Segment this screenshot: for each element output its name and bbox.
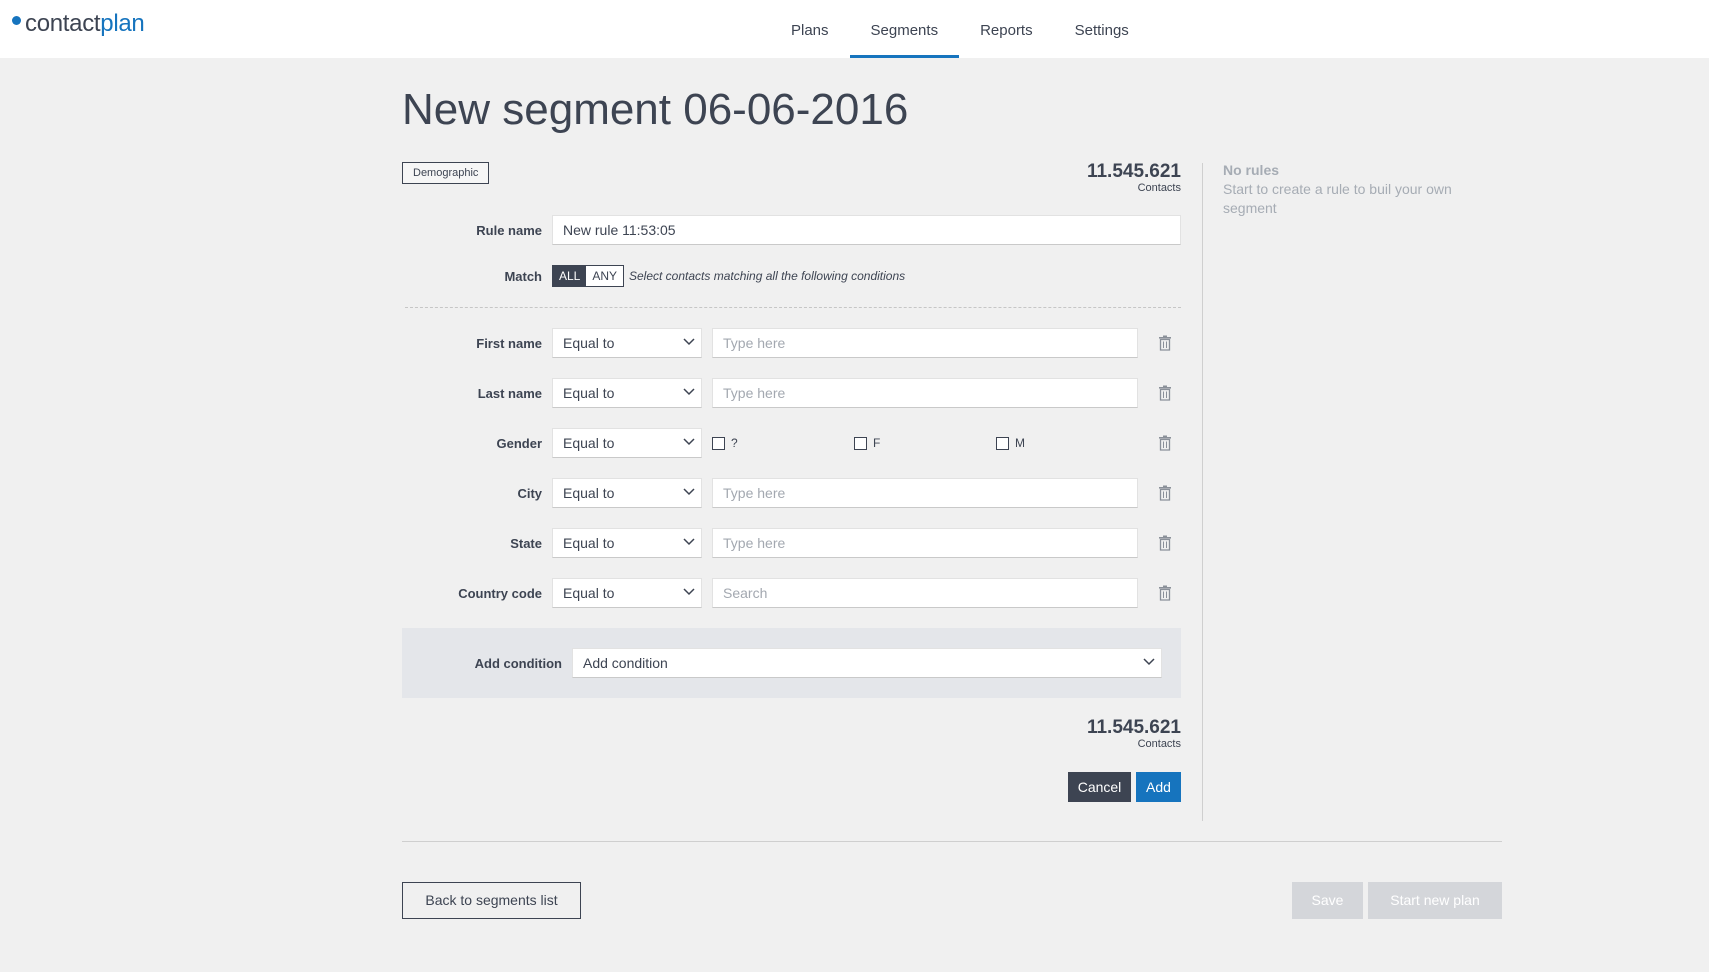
trash-icon[interactable] [1158, 385, 1172, 401]
contacts-count-value: 11.545.621 [1086, 161, 1181, 182]
chevron-down-icon [683, 488, 695, 496]
operator-value: Equal to [563, 335, 615, 351]
add-condition-select[interactable]: Add condition [572, 648, 1162, 678]
operator-select-last-name[interactable]: Equal to [552, 378, 702, 408]
chevron-down-icon [1143, 658, 1155, 666]
checkbox-label: M [1015, 436, 1025, 450]
rule-name-label: Rule name [476, 223, 542, 238]
trash-icon[interactable] [1158, 485, 1172, 501]
trash-icon[interactable] [1158, 535, 1172, 551]
gender-checkbox-unknown[interactable]: ? [712, 436, 738, 450]
condition-label-state: State [510, 536, 542, 551]
add-condition-label: Add condition [474, 656, 562, 671]
chevron-down-icon [683, 588, 695, 596]
operator-value: Equal to [563, 385, 615, 401]
contacts-count-top: 11.545.621 Contacts [1086, 161, 1181, 195]
match-description: Select contacts matching all the followi… [629, 269, 906, 283]
match-label: Match [504, 269, 542, 284]
chevron-down-icon [683, 438, 695, 446]
trash-icon[interactable] [1158, 335, 1172, 351]
contacts-count-label: Contacts [1137, 182, 1181, 194]
chevron-down-icon [683, 338, 695, 346]
value-input-city[interactable]: Type here [712, 478, 1138, 508]
gender-checkbox-f[interactable]: F [854, 436, 880, 450]
save-button[interactable]: Save [1292, 882, 1363, 919]
operator-select-first-name[interactable]: Equal to [552, 328, 702, 358]
checkbox-label: ? [731, 436, 738, 450]
checkbox-label: F [873, 436, 881, 450]
checkbox-icon[interactable] [854, 436, 867, 450]
add-condition-value: Add condition [583, 655, 668, 671]
tab-segments[interactable]: Segments [849, 0, 960, 58]
value-input-last-name[interactable]: Type here [712, 378, 1138, 408]
bottom-divider [402, 841, 1502, 842]
value-input-first-name[interactable]: Type here [712, 328, 1138, 358]
match-any-button[interactable]: ANY [586, 266, 624, 286]
logo-text-contact: contact [25, 10, 101, 37]
side-panel-title: No rules [1223, 162, 1280, 178]
add-button[interactable]: Add [1136, 772, 1181, 802]
dashed-divider [405, 307, 1181, 308]
logo[interactable]: contactplan [12, 10, 145, 38]
operator-select-city[interactable]: Equal to [552, 478, 702, 508]
logo-text-plan: plan [100, 10, 145, 37]
main-nav: Plans Segments Reports Settings [770, 0, 1150, 58]
match-toggle: ALL ANY [552, 265, 625, 287]
tab-settings[interactable]: Settings [1054, 0, 1150, 58]
condition-label-first-name: First name [476, 336, 542, 351]
trash-icon[interactable] [1158, 585, 1172, 601]
page-title: New segment 06-06-2016 [402, 85, 909, 134]
start-new-plan-button[interactable]: Start new plan [1368, 882, 1502, 919]
trash-icon[interactable] [1158, 435, 1172, 451]
side-divider [1202, 163, 1203, 821]
operator-value: Equal to [563, 535, 615, 551]
operator-select-state[interactable]: Equal to [552, 528, 702, 558]
back-to-segments-button[interactable]: Back to segments list [402, 882, 581, 919]
contacts-count-value: 11.545.621 [1086, 717, 1181, 738]
contacts-count-label: Contacts [1137, 738, 1181, 750]
operator-value: Equal to [563, 435, 615, 451]
gender-checkbox-m[interactable]: M [996, 436, 1025, 450]
chevron-down-icon [683, 538, 695, 546]
contacts-count-bottom: 11.545.621 Contacts [1086, 717, 1181, 751]
top-bar: contactplan Plans Segments Reports Setti… [0, 0, 1709, 58]
tab-reports[interactable]: Reports [959, 0, 1054, 58]
checkbox-icon[interactable] [996, 436, 1009, 450]
value-input-state[interactable]: Type here [712, 528, 1138, 558]
checkbox-icon[interactable] [712, 436, 725, 450]
match-all-button[interactable]: ALL [553, 266, 587, 286]
side-panel-text: Start to create a rule to buil your own … [1223, 181, 1452, 216]
condition-label-last-name: Last name [477, 386, 542, 401]
logo-dot-icon [12, 16, 21, 25]
cancel-button[interactable]: Cancel [1068, 772, 1131, 802]
tab-plans[interactable]: Plans [770, 0, 850, 58]
demographic-badge[interactable]: Demographic [402, 162, 490, 184]
condition-label-city: City [517, 486, 542, 501]
operator-value: Equal to [563, 485, 615, 501]
rule-name-input[interactable]: New rule 11:53:05 [552, 215, 1181, 245]
condition-label-gender: Gender [496, 436, 542, 451]
chevron-down-icon [683, 388, 695, 396]
operator-select-gender[interactable]: Equal to [552, 428, 702, 458]
operator-select-country-code[interactable]: Equal to [552, 578, 702, 608]
condition-label-country-code: Country code [458, 586, 542, 601]
country-search-input[interactable]: Search [712, 578, 1138, 608]
operator-value: Equal to [563, 585, 615, 601]
